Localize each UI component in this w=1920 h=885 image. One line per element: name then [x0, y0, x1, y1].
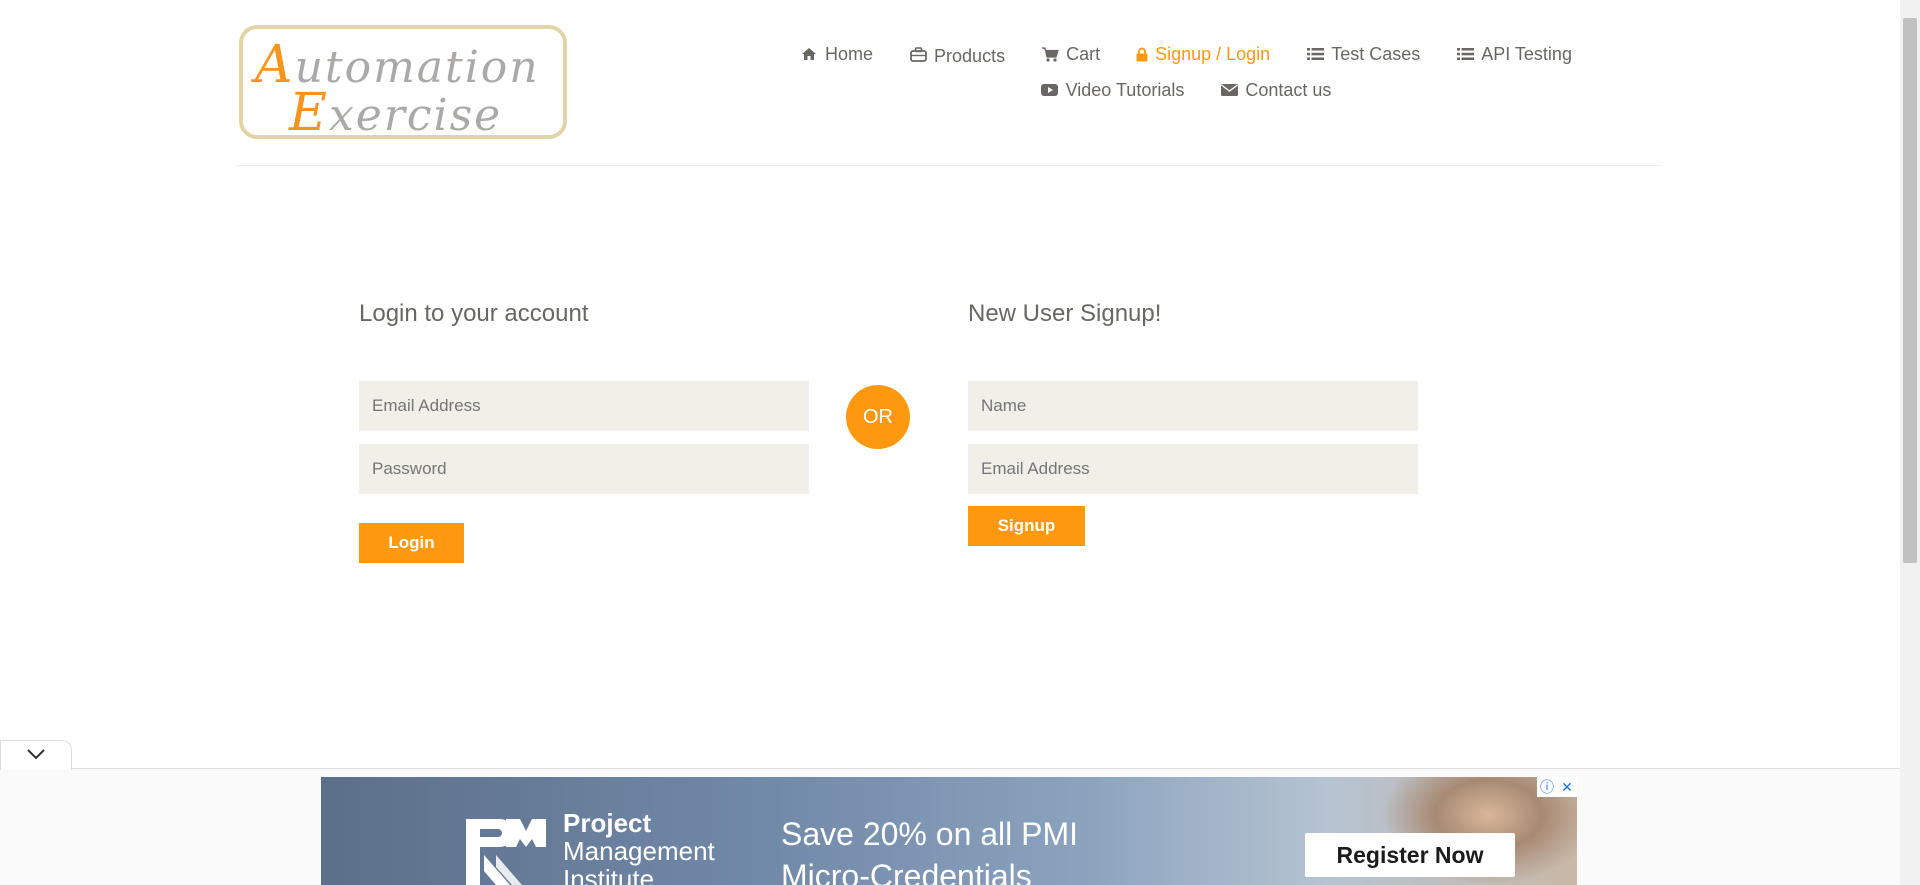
- login-title: Login to your account: [359, 300, 589, 327]
- nav-products[interactable]: Products: [909, 44, 1006, 66]
- nav-contact-us[interactable]: Contact us: [1220, 80, 1331, 101]
- chevron-down-icon: [26, 747, 46, 765]
- ad-info-icon[interactable]: ⓘ: [1537, 777, 1557, 797]
- home-icon: [800, 46, 818, 62]
- signup-name-input[interactable]: [968, 381, 1418, 431]
- nav-signup-login-label: Signup / Login: [1155, 43, 1271, 64]
- nav-test-cases-label: Test Cases: [1331, 43, 1421, 64]
- ad-controls: ⓘ ✕: [1537, 777, 1577, 797]
- nav-video-tutorials[interactable]: Video Tutorials: [1041, 79, 1185, 101]
- or-badge: OR: [846, 385, 910, 449]
- list-icon: [1306, 46, 1324, 62]
- nav-api-testing-label: API Testing: [1481, 43, 1572, 64]
- login-email-input[interactable]: [359, 381, 809, 431]
- logo-line-2: Exercise: [289, 83, 503, 143]
- nav-products-label: Products: [934, 45, 1006, 66]
- ad-close-icon[interactable]: ✕: [1557, 777, 1577, 797]
- ad-register-now-button[interactable]: Register Now: [1305, 833, 1515, 877]
- page-scrollbar[interactable]: [1900, 0, 1920, 885]
- signup-title: New User Signup!: [968, 300, 1162, 327]
- nav-signup-login[interactable]: Signup / Login: [1136, 44, 1270, 65]
- scrollbar-thumb[interactable]: [1903, 18, 1917, 563]
- site-logo[interactable]: Automation Exercise: [239, 25, 567, 143]
- nav-test-cases[interactable]: Test Cases: [1306, 44, 1420, 65]
- nav-home[interactable]: Home: [800, 44, 873, 65]
- ad-collapse-toggle[interactable]: [0, 740, 72, 770]
- nav-video-tutorials-label: Video Tutorials: [1065, 79, 1185, 100]
- nav-home-label: Home: [825, 43, 874, 64]
- ad-org-name: Project Management Institute: [563, 808, 715, 885]
- site-header: Automation Exercise Home Products Cart S…: [236, 0, 1662, 166]
- signup-email-input[interactable]: [968, 444, 1418, 494]
- login-button[interactable]: Login: [359, 523, 464, 563]
- envelope-icon: [1220, 82, 1238, 98]
- signup-button[interactable]: Signup: [968, 506, 1085, 546]
- login-form: Login to your account Login: [359, 300, 809, 563]
- lock-icon: [1136, 46, 1148, 62]
- nav-cart[interactable]: Cart: [1041, 44, 1100, 65]
- login-password-input[interactable]: [359, 444, 809, 494]
- nav-contact-us-label: Contact us: [1245, 79, 1332, 100]
- cart-icon: [1041, 46, 1059, 62]
- nav-api-testing[interactable]: API Testing: [1456, 44, 1572, 65]
- pmi-logo-mark: [466, 815, 546, 885]
- list-icon: [1456, 46, 1474, 62]
- nav-cart-label: Cart: [1066, 43, 1101, 64]
- main-nav: Home Products Cart Signup / Login Test C…: [736, 36, 1636, 108]
- ad-headline: Save 20% on all PMI Micro-Credentials: [781, 816, 1079, 885]
- youtube-icon: [1041, 82, 1059, 98]
- products-icon: [909, 46, 927, 62]
- ad-banner[interactable]: Project Management Institute Save 20% on…: [321, 777, 1577, 885]
- signup-form: New User Signup! Signup: [968, 300, 1418, 546]
